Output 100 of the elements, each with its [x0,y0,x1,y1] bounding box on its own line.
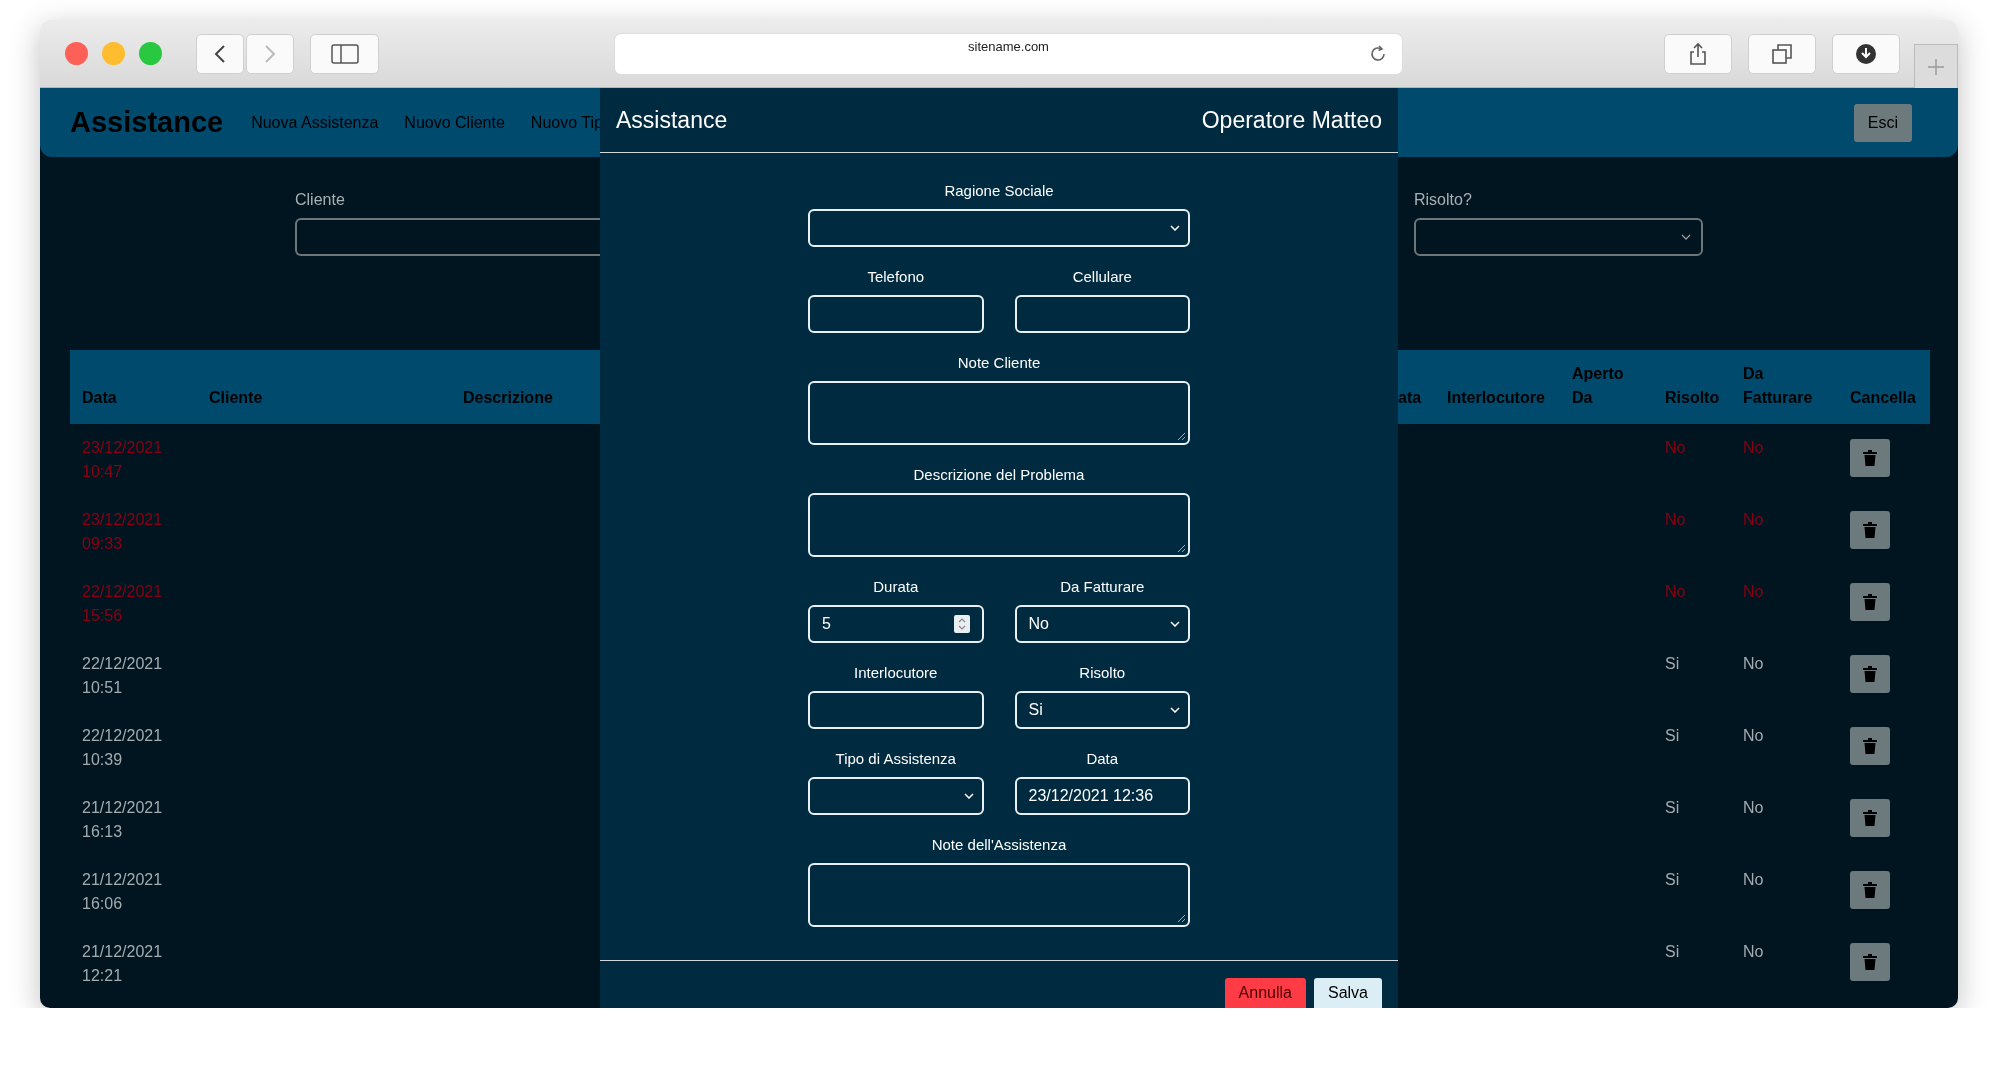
column-header: Risolto [1664,388,1721,408]
resize-grip-icon[interactable] [1177,432,1186,441]
date-cell-text: 23/12/2021 10:47 [81,438,164,482]
field-label: Interlocutore [854,663,938,683]
trash-icon [1863,666,1877,682]
column-header: ata [1398,388,1423,408]
date-cell-text: 22/12/2021 10:39 [81,726,164,770]
field-label: Note Cliente [957,353,1041,373]
spinner-icon[interactable] [953,615,970,633]
filter-label: Cliente [295,191,346,209]
trash-icon [1863,882,1877,898]
field-label: Da Fatturare [1060,577,1145,597]
input-field[interactable] [808,691,984,729]
delete-button[interactable] [1850,727,1890,765]
select-field[interactable]: No [1014,605,1190,643]
chevron-left-icon [214,43,226,64]
resize-grip-icon[interactable] [1177,544,1186,553]
input-field[interactable] [1014,295,1190,333]
save-button[interactable]: Salva [1313,978,1382,1008]
tabs-icon [1771,42,1793,65]
download-icon [1855,42,1877,65]
billing-cell-text: No [1742,510,1765,530]
date-cell-text: 21/12/2021 16:13 [81,798,164,842]
resolved-cell-text: No [1664,438,1687,458]
date-cell-text: 21/12/2021 12:21 [81,942,164,986]
delete-button[interactable] [1850,439,1890,477]
cancel-button[interactable]: Annulla [1224,978,1306,1008]
resolved-cell-text: Si [1664,870,1681,890]
textarea-field[interactable] [808,381,1190,445]
field-label: Cellulare [1072,267,1132,287]
billing-cell-text: No [1742,870,1765,890]
column-header: Data [81,388,118,408]
field-label: Telefono [867,267,925,287]
column-header: Descrizione [462,388,554,408]
delete-button[interactable] [1850,871,1890,909]
resolved-cell-text: Si [1664,654,1681,674]
input-field[interactable] [808,295,984,333]
close-window-button[interactable] [65,42,88,65]
field-label: Tipo di Assistenza [835,749,956,769]
billing-cell-text: No [1742,654,1765,674]
sidebar-button[interactable] [310,33,379,74]
field-label: Ragione Sociale [944,181,1054,201]
trash-icon [1863,810,1877,826]
modal-title: Assistance [616,106,728,134]
delete-button[interactable] [1850,799,1890,837]
download-button[interactable] [1832,33,1900,74]
delete-button[interactable] [1850,583,1890,621]
trash-icon [1863,450,1877,466]
brand-title: Assistance [70,106,224,139]
share-icon [1688,41,1708,66]
resolved-cell-text: Si [1664,942,1681,962]
address-bar[interactable]: sitename.com [615,33,1402,74]
logout-button[interactable]: Esci [1853,103,1912,142]
field-label: Durata [873,577,919,597]
plus-icon [1927,57,1945,76]
number-field[interactable]: 5 [808,605,984,643]
date-cell-text: 22/12/2021 15:56 [81,582,164,626]
billing-cell-text: No [1742,582,1765,602]
date-cell-text: 22/12/2021 10:51 [81,654,164,698]
field-label: Data [1086,749,1119,769]
trash-icon [1863,954,1877,970]
billing-cell-text: No [1742,726,1765,746]
filter-label: Risolto? [1414,191,1473,209]
chevron-down-icon [1170,707,1180,713]
url-text: sitename.com [968,37,1049,56]
field-label: Note dell'Assistenza [931,835,1067,855]
trash-icon [1863,594,1877,610]
resolved-cell-text: Si [1664,798,1681,818]
column-header: Cancella [1849,388,1917,408]
column-header: Interlocutore [1446,388,1546,408]
input-field[interactable]: 23/12/2021 12:36 [1014,777,1190,815]
field-label: Risolto [1079,663,1126,683]
select-field[interactable]: Si [1014,691,1190,729]
select-field[interactable] [808,209,1190,247]
select-field[interactable] [808,777,984,815]
chevron-down-icon [963,793,974,799]
date-cell-text: 21/12/2021 16:06 [81,870,164,914]
textarea-field[interactable] [808,863,1190,927]
column-header: Aperto Da [1571,364,1625,408]
column-header: Da Fatturare [1742,364,1814,408]
textarea-field[interactable] [808,493,1190,557]
filter-input[interactable] [295,218,600,256]
filter-select[interactable] [1414,218,1703,256]
resolved-cell-text: Si [1664,726,1681,746]
column-header: Cliente [208,388,264,408]
date-cell-text: 23/12/2021 09:33 [81,510,164,554]
delete-button[interactable] [1850,511,1890,549]
chevron-down-icon [1170,621,1180,627]
operator-name: Operatore Matteo [1201,106,1382,134]
chevron-down-icon [1681,234,1691,240]
resize-grip-icon[interactable] [1177,914,1186,923]
trash-icon [1863,522,1877,538]
delete-button[interactable] [1850,943,1890,981]
reload-icon[interactable] [1368,43,1388,64]
tabs-button[interactable] [1748,33,1816,74]
back-button[interactable] [196,33,244,74]
share-button[interactable] [1664,33,1732,74]
chevron-right-icon [264,43,276,64]
billing-cell-text: No [1742,798,1765,818]
delete-button[interactable] [1850,655,1890,693]
